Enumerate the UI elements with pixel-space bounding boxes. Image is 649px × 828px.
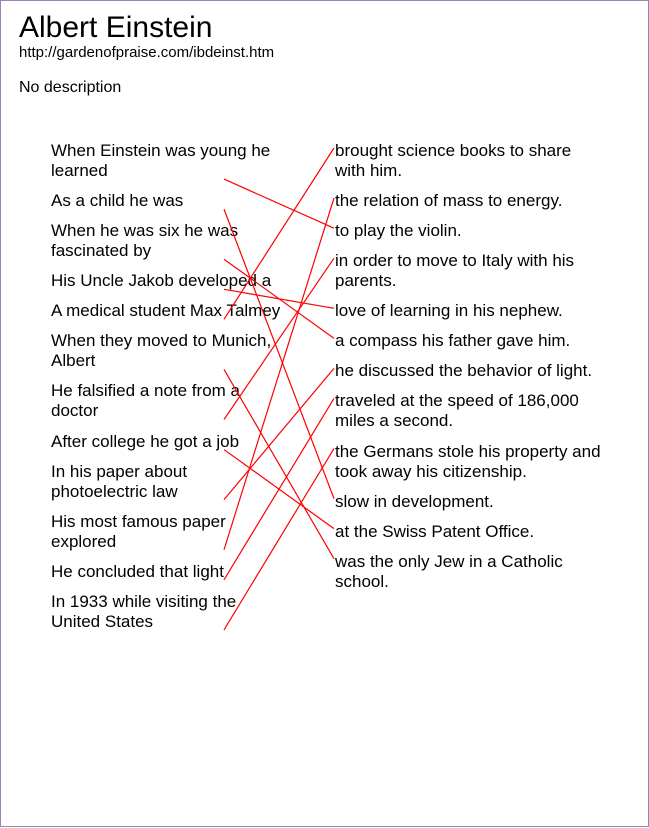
right-item[interactable]: slow in development. bbox=[335, 492, 605, 512]
right-item[interactable]: brought science books to share with him. bbox=[335, 141, 605, 181]
right-item[interactable]: in order to move to Italy with his paren… bbox=[335, 251, 605, 291]
left-item[interactable]: When they moved to Munich, Albert bbox=[51, 331, 281, 371]
right-column: brought science books to share with him.… bbox=[335, 141, 605, 602]
left-item[interactable]: He concluded that light bbox=[51, 562, 281, 582]
left-item[interactable]: When Einstein was young he learned bbox=[51, 141, 281, 181]
left-item[interactable]: A medical student Max Talmey bbox=[51, 301, 281, 321]
left-item[interactable]: His most famous paper explored bbox=[51, 512, 281, 552]
right-item[interactable]: the Germans stole his property and took … bbox=[335, 442, 605, 482]
left-item[interactable]: When he was six he was fascinated by bbox=[51, 221, 281, 261]
right-item[interactable]: he discussed the behavior of light. bbox=[335, 361, 605, 381]
right-item[interactable]: the relation of mass to energy. bbox=[335, 191, 605, 211]
left-column: When Einstein was young he learned As a c… bbox=[51, 141, 281, 642]
left-item[interactable]: He falsified a note from a doctor bbox=[51, 381, 281, 421]
right-item[interactable]: love of learning in his nephew. bbox=[335, 301, 605, 321]
description: No description bbox=[19, 79, 630, 97]
right-item[interactable]: to play the violin. bbox=[335, 221, 605, 241]
left-item[interactable]: In his paper about photoelectric law bbox=[51, 462, 281, 502]
right-item[interactable]: a compass his father gave him. bbox=[335, 331, 605, 351]
matching-area: When Einstein was young he learned As a c… bbox=[1, 141, 648, 826]
right-item[interactable]: was the only Jew in a Catholic school. bbox=[335, 552, 605, 592]
left-item[interactable]: As a child he was bbox=[51, 191, 281, 211]
page-title: Albert Einstein bbox=[19, 11, 630, 44]
left-item[interactable]: His Uncle Jakob developed a bbox=[51, 271, 281, 291]
source-url: http://gardenofpraise.com/ibdeinst.htm bbox=[19, 44, 630, 61]
left-item[interactable]: In 1933 while visiting the United States bbox=[51, 592, 281, 632]
right-item[interactable]: traveled at the speed of 186,000 miles a… bbox=[335, 391, 605, 431]
left-item[interactable]: After college he got a job bbox=[51, 432, 281, 452]
right-item[interactable]: at the Swiss Patent Office. bbox=[335, 522, 605, 542]
